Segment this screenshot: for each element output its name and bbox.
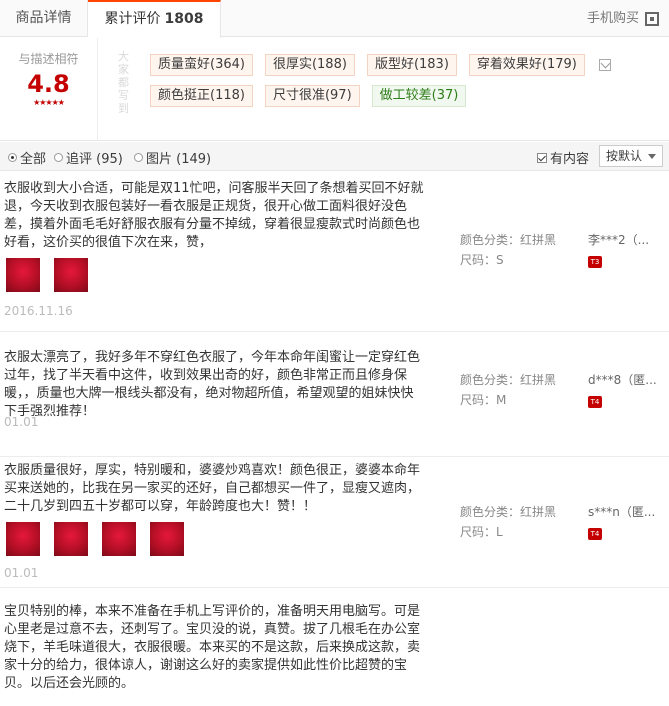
user-level-badge: T3 bbox=[588, 256, 602, 268]
tag-fit[interactable]: 版型好(183) bbox=[366, 54, 457, 76]
radio-icon bbox=[8, 153, 17, 162]
sku-color: 颜色分类：红拼黑 bbox=[460, 373, 557, 387]
review-photo[interactable] bbox=[6, 522, 40, 556]
filter-pics-label: 图片 (149) bbox=[146, 152, 212, 167]
review-filter-bar: 全部 追评 (95) 图片 (149) 有内容 按默认 bbox=[0, 142, 669, 171]
tags-title: 大家都写到 bbox=[118, 50, 129, 115]
review-text: 衣服太漂亮了，我好多年不穿红色衣服了，今年本命年闺蜜让一定穿红色过年，找了半天看… bbox=[4, 350, 421, 419]
tab-reviews[interactable]: 累计评价 1808 bbox=[88, 0, 221, 38]
mobile-buy-link[interactable]: 手机购买 bbox=[587, 0, 659, 37]
tag-row-2: 颜色挺正(118) 尺寸很准(97) 做工较差(37) bbox=[150, 85, 650, 107]
review-photo[interactable] bbox=[54, 522, 88, 556]
tag-size[interactable]: 尺寸很准(97) bbox=[264, 85, 360, 107]
expand-tags-icon[interactable] bbox=[598, 59, 611, 71]
review-photo[interactable] bbox=[150, 522, 184, 556]
review-date: 01.01 bbox=[4, 415, 39, 429]
user-level-badge: T4 bbox=[588, 396, 602, 408]
has-content-checkbox[interactable]: 有内容 bbox=[537, 148, 589, 167]
review-item: 衣服太漂亮了，我好多年不穿红色衣服了，今年本命年闺蜜让一定穿红色过年，找了半天看… bbox=[0, 333, 669, 457]
review-sku: 颜色分类：红拼黑 尺码：L bbox=[460, 502, 556, 542]
review-date: 01.01 bbox=[4, 566, 39, 580]
tag-quality[interactable]: 质量蛮好(364) bbox=[150, 54, 253, 76]
score-box: 与描述相符 4.8 ★★★★★ bbox=[0, 38, 98, 141]
tag-thick[interactable]: 很厚实(188) bbox=[264, 54, 355, 76]
impression-tags: 质量蛮好(364) 很厚实(188) 版型好(183) 穿着效果好(179) 颜… bbox=[150, 54, 650, 116]
review-photos bbox=[6, 258, 102, 292]
review-photo[interactable] bbox=[102, 522, 136, 556]
review-text: 衣服质量很好，厚实，特别暖和，婆婆炒鸡喜欢！颜色很正，婆婆本命年买来送她的，比我… bbox=[4, 463, 421, 514]
reviews-count: 1808 bbox=[164, 11, 204, 27]
filter-append[interactable]: 追评 (95) bbox=[54, 148, 123, 167]
review-user: s***n（匿... T4 bbox=[588, 502, 655, 542]
review-date: 2016.11.16 bbox=[4, 304, 73, 318]
qr-code-icon bbox=[645, 11, 659, 26]
score-label: 与描述相符 bbox=[18, 52, 79, 66]
review-text: 衣服收到大小合适，可能是双11忙吧，问客服半天回了条想着买回不好就退，今天收到衣… bbox=[4, 181, 424, 250]
tag-wear-effect[interactable]: 穿着效果好(179) bbox=[468, 54, 585, 76]
radio-icon bbox=[134, 153, 143, 162]
checkbox-icon bbox=[537, 152, 547, 163]
review-item: 宝贝特别的棒，本来不准备在手机上写评价的，准备明天用电脑写。可是心里老是过意不去… bbox=[0, 589, 669, 706]
review-user: 李***2（... T3 bbox=[588, 230, 649, 270]
review-photos bbox=[6, 522, 198, 556]
tab-product-details[interactable]: 商品详情 bbox=[0, 0, 88, 37]
filter-all[interactable]: 全部 bbox=[8, 148, 46, 167]
sku-color: 颜色分类：红拼黑 bbox=[460, 233, 557, 247]
rating-summary: 与描述相符 4.8 ★★★★★ 大家都写到 质量蛮好(364) 很厚实(188)… bbox=[0, 38, 669, 141]
has-content-label: 有内容 bbox=[550, 152, 590, 167]
review-user: d***8（匿... T4 bbox=[588, 370, 657, 410]
filter-append-label: 追评 (95) bbox=[66, 152, 123, 167]
sku-size: 尺码：S bbox=[460, 253, 504, 267]
star-rating-icon: ★★★★★ bbox=[33, 98, 65, 107]
review-sku: 颜色分类：红拼黑 尺码：S bbox=[460, 230, 556, 270]
review-sku: 颜色分类：红拼黑 尺码：M bbox=[460, 370, 556, 410]
review-photo[interactable] bbox=[6, 258, 40, 292]
review-photo[interactable] bbox=[54, 258, 88, 292]
sku-size: 尺码：L bbox=[460, 525, 503, 539]
review-text: 宝贝特别的棒，本来不准备在手机上写评价的，准备明天用电脑写。可是心里老是过意不去… bbox=[4, 604, 421, 691]
sku-size: 尺码：M bbox=[460, 393, 507, 407]
review-item: 衣服质量很好，厚实，特别暖和，婆婆炒鸡喜欢！颜色很正，婆婆本命年买来送她的，比我… bbox=[0, 458, 669, 588]
score-value: 4.8 bbox=[27, 70, 70, 98]
radio-icon bbox=[54, 153, 63, 162]
review-item: 衣服收到大小合适，可能是双11忙吧，问客服半天回了条想着买回不好就退，今天收到衣… bbox=[0, 172, 669, 332]
mobile-buy-label: 手机购买 bbox=[586, 11, 639, 26]
sort-label: 按默认 bbox=[605, 149, 642, 163]
sort-dropdown[interactable]: 按默认 bbox=[598, 145, 663, 167]
user-level-badge: T4 bbox=[588, 528, 602, 540]
tag-color[interactable]: 颜色挺正(118) bbox=[150, 85, 253, 107]
chevron-down-icon bbox=[648, 153, 656, 159]
filter-pics[interactable]: 图片 (149) bbox=[134, 148, 211, 167]
sku-color: 颜色分类：红拼黑 bbox=[460, 505, 557, 519]
tab-reviews-label: 累计评价 bbox=[104, 11, 161, 27]
username: d***8（匿... bbox=[588, 373, 657, 387]
tag-row-1: 质量蛮好(364) 很厚实(188) 版型好(183) 穿着效果好(179) bbox=[150, 54, 650, 76]
username: s***n（匿... bbox=[588, 505, 656, 519]
username: 李***2（... bbox=[588, 233, 650, 247]
tab-bar: 商品详情 累计评价 1808 手机购买 bbox=[0, 0, 669, 38]
filter-all-label: 全部 bbox=[20, 152, 47, 167]
tag-workmanship-negative[interactable]: 做工较差(37) bbox=[371, 85, 467, 107]
